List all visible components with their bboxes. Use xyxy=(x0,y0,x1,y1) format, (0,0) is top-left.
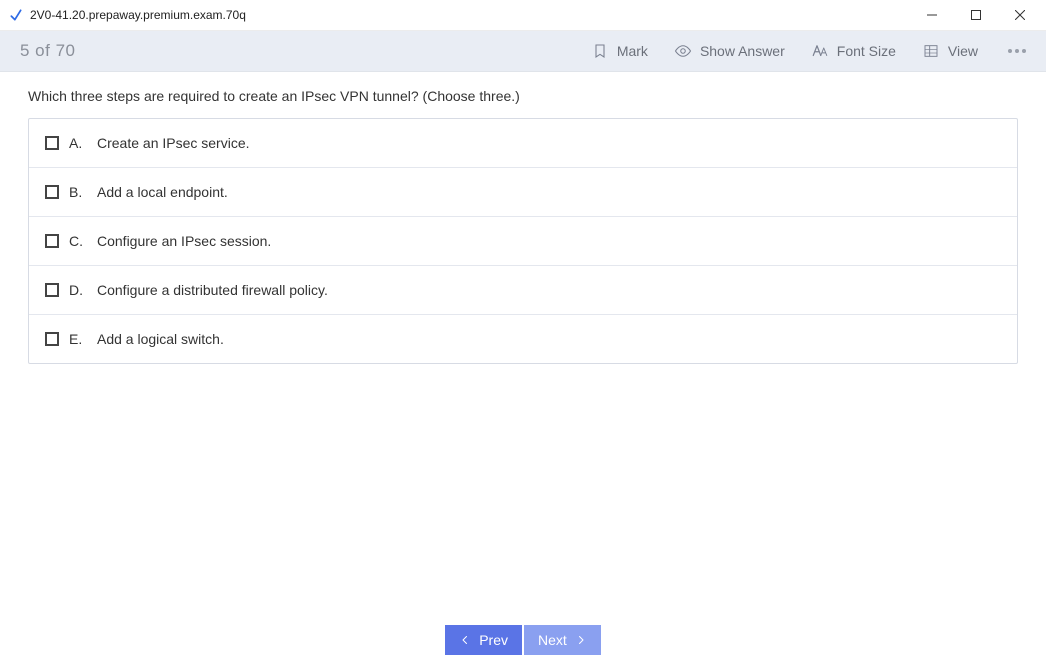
show-answer-button[interactable]: Show Answer xyxy=(674,42,785,60)
font-size-label: Font Size xyxy=(837,43,896,59)
font-size-icon xyxy=(811,42,829,60)
toolbar: 5 of 70 Mark Show Answer xyxy=(0,30,1046,72)
option-letter: E. xyxy=(69,331,87,347)
options-list: A. Create an IPsec service. B. Add a loc… xyxy=(28,118,1018,364)
content-area: Which three steps are required to create… xyxy=(0,72,1046,621)
question-text: Which three steps are required to create… xyxy=(28,88,1018,104)
option-letter: A. xyxy=(69,135,87,151)
mark-button[interactable]: Mark xyxy=(591,42,648,60)
prev-button[interactable]: Prev xyxy=(445,625,522,655)
scrollbar-track[interactable] xyxy=(1037,78,1045,478)
window-maximize-button[interactable] xyxy=(954,0,998,30)
option-c[interactable]: C. Configure an IPsec session. xyxy=(29,217,1017,266)
option-text: Add a logical switch. xyxy=(97,331,224,347)
window-controls xyxy=(910,0,1042,30)
question-progress: 5 of 70 xyxy=(20,41,76,61)
titlebar-left: 2V0-41.20.prepaway.premium.exam.70q xyxy=(8,7,246,23)
app-icon xyxy=(8,7,24,23)
option-text: Create an IPsec service. xyxy=(97,135,250,151)
option-a[interactable]: A. Create an IPsec service. xyxy=(29,119,1017,168)
toolbar-right: Mark Show Answer Font Size xyxy=(591,42,1030,60)
checkbox-icon[interactable] xyxy=(45,283,59,297)
view-list-icon xyxy=(922,42,940,60)
option-text: Add a local endpoint. xyxy=(97,184,228,200)
next-label: Next xyxy=(538,632,567,648)
view-label: View xyxy=(948,43,978,59)
option-b[interactable]: B. Add a local endpoint. xyxy=(29,168,1017,217)
option-d[interactable]: D. Configure a distributed firewall poli… xyxy=(29,266,1017,315)
prev-label: Prev xyxy=(479,632,508,648)
window-close-button[interactable] xyxy=(998,0,1042,30)
bottom-nav: Prev Next xyxy=(0,621,1046,659)
window-titlebar: 2V0-41.20.prepaway.premium.exam.70q xyxy=(0,0,1046,30)
view-button[interactable]: View xyxy=(922,42,978,60)
bookmark-icon xyxy=(591,42,609,60)
checkbox-icon[interactable] xyxy=(45,185,59,199)
option-letter: B. xyxy=(69,184,87,200)
checkbox-icon[interactable] xyxy=(45,136,59,150)
option-text: Configure an IPsec session. xyxy=(97,233,271,249)
checkbox-icon[interactable] xyxy=(45,234,59,248)
more-options-button[interactable] xyxy=(1004,43,1030,59)
option-letter: D. xyxy=(69,282,87,298)
chevron-left-icon xyxy=(459,634,471,646)
font-size-button[interactable]: Font Size xyxy=(811,42,896,60)
show-answer-label: Show Answer xyxy=(700,43,785,59)
option-letter: C. xyxy=(69,233,87,249)
eye-icon xyxy=(674,42,692,60)
option-e[interactable]: E. Add a logical switch. xyxy=(29,315,1017,363)
chevron-right-icon xyxy=(575,634,587,646)
next-button[interactable]: Next xyxy=(524,625,601,655)
dots-icon xyxy=(1008,49,1012,53)
window-title: 2V0-41.20.prepaway.premium.exam.70q xyxy=(30,8,246,22)
option-text: Configure a distributed firewall policy. xyxy=(97,282,328,298)
mark-label: Mark xyxy=(617,43,648,59)
checkbox-icon[interactable] xyxy=(45,332,59,346)
window-minimize-button[interactable] xyxy=(910,0,954,30)
